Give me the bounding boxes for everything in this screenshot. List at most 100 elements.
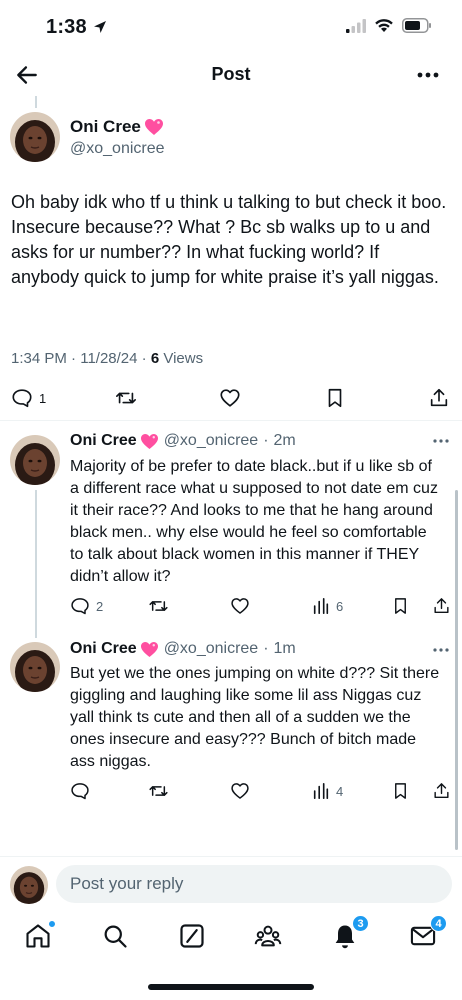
reply-input[interactable]: Post your reply [56, 865, 452, 903]
author-handle[interactable]: @xo_onicree [164, 432, 259, 450]
more-options-icon[interactable] [432, 438, 450, 444]
bookmark-icon [395, 598, 406, 614]
views-count: 4 [336, 783, 344, 799]
reply-icon [71, 783, 89, 800]
share-button[interactable] [432, 779, 451, 803]
top-navigation: Post [0, 54, 462, 96]
heart-icon [231, 598, 249, 614]
views-button[interactable]: 4 [312, 779, 343, 803]
tab-notifications[interactable]: 3 [331, 915, 369, 950]
reply-age: 1m [273, 640, 296, 657]
cellular-signal-icon [346, 18, 366, 33]
repost-icon [149, 601, 168, 611]
location-arrow-icon [94, 21, 106, 33]
profile-photo-icon [10, 112, 60, 162]
tab-home[interactable] [24, 920, 56, 950]
sparkling-heart-icon [140, 641, 158, 657]
reply-header: Oni Cree @xo_onicree · 2m [70, 432, 296, 450]
repost-button[interactable] [148, 594, 169, 618]
post-date: 11/28/24 [80, 350, 138, 367]
reply-count: 2 [96, 598, 104, 614]
post-text: Oh baby idk who tf u think u talking to … [11, 192, 447, 287]
bookmark-button[interactable] [324, 386, 346, 410]
avatar [10, 866, 48, 904]
status-bar: 1:38 [0, 0, 462, 52]
views-count: 6 [150, 350, 160, 367]
more-options-icon[interactable] [414, 64, 442, 86]
new-content-dot [48, 920, 56, 928]
sparkling-heart-icon [144, 119, 163, 135]
separator-dot: · [263, 640, 269, 657]
reply-header: Oni Cree @xo_onicree · 1m [70, 640, 296, 658]
tab-grok[interactable] [178, 922, 206, 950]
like-button[interactable] [230, 594, 250, 618]
home-indicator[interactable] [148, 984, 314, 990]
separator-dot: · [263, 432, 269, 449]
reply-button[interactable] [70, 779, 90, 803]
author-handle[interactable]: @xo_onicree [164, 640, 259, 658]
more-options-icon[interactable] [432, 647, 450, 653]
share-button[interactable] [432, 594, 451, 618]
post-metadata: 1:34 PM · 11/28/24 · 6 Views [11, 350, 204, 367]
communities-icon [254, 925, 282, 947]
repost-button[interactable] [148, 779, 169, 803]
author-handle[interactable]: @xo_onicree [70, 140, 165, 158]
author-name[interactable]: Oni Cree [70, 640, 159, 658]
messages-badge: 4 [430, 915, 447, 932]
bookmark-icon [328, 388, 342, 408]
repost-icon [116, 392, 136, 404]
bookmark-icon [395, 783, 406, 799]
tab-messages[interactable]: 4 [409, 915, 447, 950]
author-name-text: Oni Cree [70, 640, 137, 657]
reply-button[interactable]: 1 [11, 386, 46, 410]
avatar[interactable] [10, 435, 60, 485]
tab-communities[interactable] [254, 922, 282, 950]
status-indicators [346, 18, 432, 33]
profile-photo-icon [10, 866, 48, 904]
page-title: Post [211, 64, 251, 84]
share-icon [434, 783, 449, 799]
profile-photo-icon [10, 435, 60, 485]
share-icon [434, 598, 449, 614]
thread-connector-line [35, 96, 37, 108]
author-name-text: Oni Cree [70, 117, 141, 136]
profile-photo-icon [10, 642, 60, 692]
status-time: 1:38 [46, 16, 87, 38]
analytics-icon [313, 782, 329, 800]
analytics-icon [313, 597, 329, 615]
views-button[interactable]: 6 [312, 594, 343, 618]
scrollbar[interactable] [455, 490, 458, 850]
post-action-bar: 1 [0, 386, 462, 410]
tab-search[interactable] [101, 922, 129, 950]
reply-count: 1 [39, 390, 47, 406]
views-label: Views [163, 350, 204, 367]
bookmark-button[interactable] [391, 779, 410, 803]
search-icon [104, 925, 127, 948]
like-button[interactable] [230, 779, 250, 803]
reply-icon [71, 598, 89, 615]
reply-button[interactable]: 2 [70, 594, 103, 618]
bookmark-button[interactable] [391, 594, 410, 618]
like-button[interactable] [218, 386, 242, 410]
divider [0, 420, 462, 421]
share-button[interactable] [428, 386, 450, 410]
post-time: 1:34 PM [11, 350, 67, 367]
battery-icon [402, 18, 431, 33]
reply-action-bar: 4 [0, 779, 462, 803]
wifi-icon [375, 19, 393, 32]
share-icon [430, 388, 448, 407]
bottom-tab-bar: 3 4 [0, 912, 462, 962]
views-count: 6 [336, 598, 344, 614]
grok-icon [180, 924, 204, 948]
author-name-text: Oni Cree [70, 432, 137, 449]
avatar[interactable] [10, 112, 60, 162]
reply-age: 2m [273, 432, 296, 449]
reply-text: But yet we the ones jumping on white d??… [70, 665, 440, 770]
author-name[interactable]: Oni Cree [70, 117, 164, 137]
repost-button[interactable] [114, 386, 138, 410]
sparkling-heart-icon [140, 433, 158, 449]
repost-icon [149, 786, 168, 796]
reply-icon [12, 389, 32, 408]
avatar[interactable] [10, 642, 60, 692]
author-name[interactable]: Oni Cree [70, 432, 159, 450]
